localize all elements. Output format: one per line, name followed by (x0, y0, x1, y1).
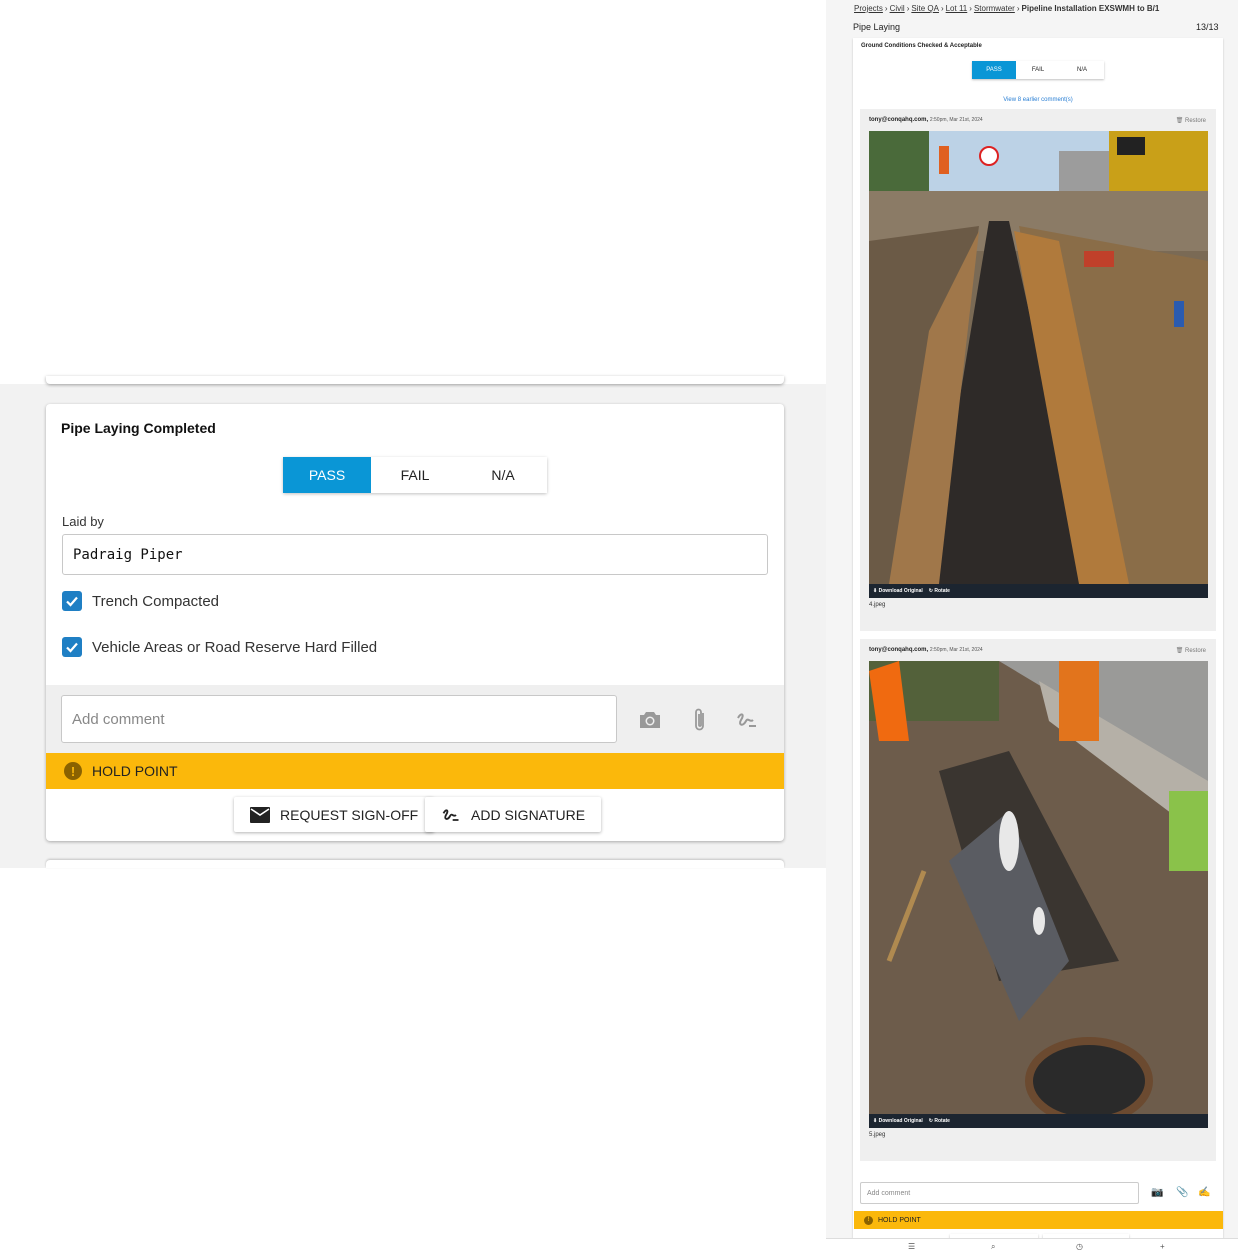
bottom-nav: ☰ ⌕ ◷ + (826, 1238, 1238, 1252)
request-signoff-label: REQUEST SIGN-OFF (280, 806, 419, 823)
comment-meta: tony@conqahq.com, 2:50pm, Mar 21st, 2024 (869, 117, 983, 123)
search-icon[interactable]: ⌕ (991, 1242, 995, 1252)
breadcrumb: Projects › Civil › Site QA › Lot 11 › Stormwater… (854, 4, 1160, 13)
restore-label: Restore (1184, 118, 1206, 124)
camera-icon[interactable] (637, 707, 663, 733)
hold-point-label: HOLD POINT (878, 1216, 921, 1224)
warning-icon: ! (64, 762, 82, 780)
breadcrumb-site-qa[interactable]: Site QA (911, 4, 939, 13)
photo-filename: 4.jpeg (869, 602, 886, 608)
laid-by-field[interactable]: Padraig Piper (62, 534, 768, 575)
restore-button[interactable]: 🗑 Restore (1176, 117, 1206, 124)
view-earlier-comments-link[interactable]: View 8 earlier comment(s) (853, 97, 1223, 103)
checkbox-checked-icon[interactable] (62, 637, 82, 657)
result-toggle: PASS FAIL N/A (972, 61, 1104, 79)
check-vehicle-areas[interactable]: Vehicle Areas or Road Reserve Hard Fille… (62, 637, 377, 657)
restore-button[interactable]: 🗑 Restore (1176, 647, 1206, 654)
breadcrumb-civil[interactable]: Civil (890, 4, 905, 13)
section-title: Pipe Laying (853, 22, 901, 32)
item-heading: Ground Conditions Checked & Acceptable (861, 43, 982, 49)
signature-icon[interactable] (734, 707, 760, 733)
comment-item: tony@conqahq.com, 2:50pm, Mar 21st, 2024… (860, 109, 1216, 631)
trench-photo[interactable] (869, 131, 1208, 584)
photo-toolbar: ⬇ Download Original ↻ Rotate (869, 584, 1208, 598)
download-original-button[interactable]: ⬇ Download Original (873, 588, 923, 594)
photo-toolbar: ⬇ Download Original ↻ Rotate (869, 1114, 1208, 1128)
rotate-button[interactable]: ↻ Rotate (929, 1118, 950, 1124)
hold-point-banner: ! HOLD POINT (854, 1211, 1223, 1229)
add-icon[interactable]: + (1160, 1242, 1165, 1251)
add-signature-label: ADD SIGNATURE (471, 806, 586, 823)
laid-by-label: Laid by (62, 514, 104, 529)
na-button[interactable]: N/A (1060, 61, 1104, 79)
fail-button[interactable]: FAIL (371, 457, 459, 493)
trench-photo[interactable] (869, 661, 1208, 1114)
check-label: Vehicle Areas or Road Reserve Hard Fille… (92, 638, 378, 656)
add-signature-button[interactable]: ADD SIGNATURE (425, 797, 602, 832)
signature-icon[interactable]: ✍ (1198, 1187, 1210, 1198)
comment-input[interactable]: Add comment (61, 695, 617, 743)
fail-button[interactable]: FAIL (1016, 61, 1060, 79)
pass-button[interactable]: PASS (283, 457, 371, 493)
restore-label: Restore (1184, 648, 1206, 654)
next-card (46, 860, 784, 868)
item-counter: 13/13 (1196, 22, 1219, 32)
warning-icon: ! (864, 1215, 873, 1225)
comment-time: 2:50pm, Mar 21st, 2024 (929, 647, 983, 653)
comment-author: tony@conqahq.com, (869, 117, 929, 123)
breadcrumb-stormwater[interactable]: Stormwater (974, 4, 1015, 13)
comment-input[interactable]: Add comment (860, 1182, 1139, 1204)
hold-point-label: HOLD POINT (92, 763, 178, 779)
paperclip-icon[interactable] (687, 707, 713, 733)
rotate-button[interactable]: ↻ Rotate (929, 588, 950, 594)
breadcrumb-current: Pipeline Installation EXSWMH to B/1 (1021, 4, 1160, 13)
result-toggle: PASS FAIL N/A (283, 457, 547, 493)
envelope-icon (250, 806, 270, 823)
request-signoff-button[interactable]: REQUEST SIGN-OFF (234, 797, 435, 832)
breadcrumb-projects[interactable]: Projects (854, 4, 883, 13)
check-trench-compacted[interactable]: Trench Compacted (62, 591, 219, 611)
page-preview: Projects › Civil › Site QA › Lot 11 › Stormwater… (826, 0, 1238, 1252)
item-title: Pipe Laying Completed (61, 420, 216, 436)
paperclip-icon[interactable]: 📎 (1176, 1187, 1188, 1198)
breadcrumb-lot[interactable]: Lot 11 (946, 4, 968, 13)
comment-meta: tony@conqahq.com, 2:50pm, Mar 21st, 2024 (869, 647, 983, 653)
na-button[interactable]: N/A (459, 457, 547, 493)
comment-author: tony@conqahq.com, (869, 647, 929, 653)
camera-icon[interactable]: 📷 (1151, 1187, 1163, 1198)
pass-button[interactable]: PASS (972, 61, 1016, 79)
check-label: Trench Compacted (92, 592, 220, 610)
comment-time: 2:50pm, Mar 21st, 2024 (929, 117, 983, 123)
checkbox-checked-icon[interactable] (62, 591, 82, 611)
checklist-item-card: Pipe Laying Completed PASS FAIL N/A Laid… (46, 404, 784, 841)
menu-icon[interactable]: ☰ (908, 1242, 915, 1251)
signature-icon (442, 808, 459, 821)
photo-filename: 5.jpeg (869, 1132, 886, 1138)
hold-point-banner: ! HOLD POINT (46, 753, 784, 789)
previous-card (46, 376, 784, 384)
checklist-item-card-preview: Ground Conditions Checked & Acceptable P… (853, 38, 1223, 1238)
download-original-button[interactable]: ⬇ Download Original (873, 1118, 923, 1124)
history-icon[interactable]: ◷ (1076, 1242, 1083, 1251)
comment-item: tony@conqahq.com, 2:50pm, Mar 21st, 2024… (860, 639, 1216, 1161)
comment-bar: Add comment (46, 685, 784, 753)
